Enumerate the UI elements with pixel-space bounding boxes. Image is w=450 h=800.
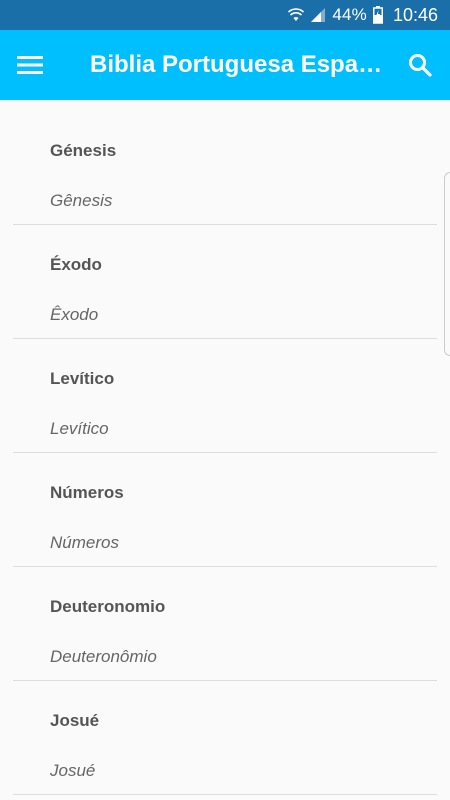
- book-title-portuguese: Números: [50, 533, 119, 552]
- list-item-exodo[interactable]: Éxodo Êxodo: [13, 225, 437, 339]
- book-title-spanish: Levítico: [50, 369, 115, 388]
- list-item-genesis[interactable]: Génesis Gênesis: [13, 111, 437, 225]
- book-title-portuguese: Deuteronômio: [50, 647, 157, 666]
- book-title-spanish: Génesis: [50, 141, 117, 160]
- menu-button[interactable]: [0, 30, 60, 100]
- scroll-handle[interactable]: [444, 172, 450, 356]
- book-title-spanish: Éxodo: [50, 255, 102, 274]
- app-bar: Biblia Portuguesa Español: [0, 30, 450, 100]
- battery-percentage: 44%: [332, 5, 367, 24]
- book-title-spanish: Números: [50, 483, 124, 502]
- book-title-spanish: Josué: [50, 711, 100, 730]
- clock: 10:46: [392, 4, 438, 25]
- signal-icon: [311, 8, 326, 22]
- list-item-deuteronomio[interactable]: Deuteronomio Deuteronômio: [13, 567, 437, 681]
- book-title-portuguese: Josué: [50, 761, 96, 780]
- book-list: Génesis Gênesis Éxodo Êxodo Levítico Lev…: [0, 100, 450, 800]
- search-button[interactable]: [390, 30, 450, 100]
- search-icon: [409, 54, 432, 77]
- list-item-numeros[interactable]: Números Números: [13, 453, 437, 567]
- wifi-icon: [288, 8, 305, 21]
- book-title-portuguese: Levítico: [50, 419, 109, 438]
- list-item-josue[interactable]: Josué Josué: [13, 681, 437, 795]
- app-title: Biblia Portuguesa Español: [90, 51, 390, 78]
- list-item-levitico[interactable]: Levítico Levítico: [13, 339, 437, 453]
- book-title-portuguese: Gênesis: [50, 191, 113, 210]
- hamburger-menu-icon: [17, 56, 43, 74]
- status-bar: 44% 10:46: [0, 0, 450, 30]
- battery-charging-icon: [372, 6, 383, 24]
- book-title-portuguese: Êxodo: [50, 305, 99, 324]
- book-title-spanish: Deuteronomio: [50, 597, 166, 616]
